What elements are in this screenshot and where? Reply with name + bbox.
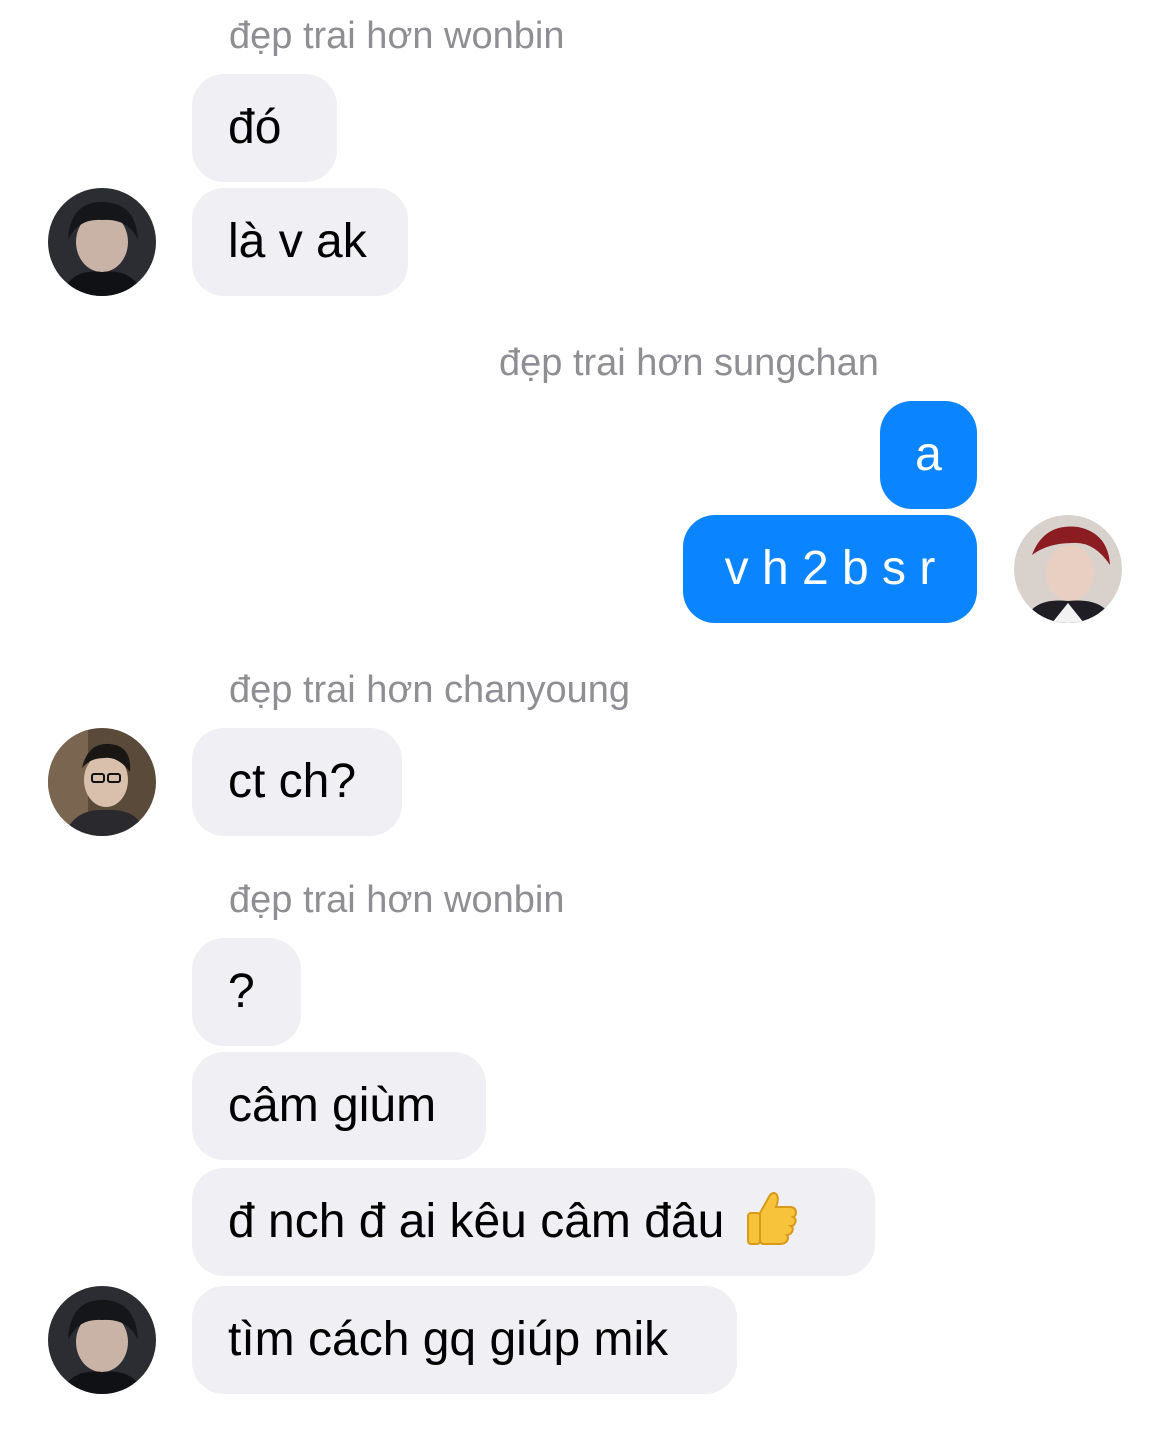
avatar-chanyoung <box>48 728 156 836</box>
avatar[interactable] <box>48 188 156 296</box>
message-text: đ nch đ ai kêu câm đâu <box>228 1195 725 1248</box>
message-bubble[interactable]: tìm cách gq giúp mik <box>192 1286 737 1394</box>
avatar[interactable] <box>48 728 156 836</box>
message-bubble[interactable]: đó <box>192 74 337 182</box>
message-bubble[interactable]: đ nch đ ai kêu câm đâu <box>192 1168 875 1276</box>
message-bubble[interactable]: ct ch? <box>192 728 402 836</box>
message-bubble[interactable]: a <box>880 401 977 509</box>
message-text: ct ch? <box>228 755 357 808</box>
message-text: đó <box>228 101 282 154</box>
message-bubble[interactable]: là v ak <box>192 188 408 296</box>
sender-name: đẹp trai hơn sungchan <box>499 342 879 384</box>
message-text: a <box>915 428 942 481</box>
avatar-wonbin <box>48 1286 156 1394</box>
avatar-wonbin <box>48 188 156 296</box>
avatar[interactable] <box>1014 515 1122 623</box>
message-text: câm giùm <box>228 1079 437 1132</box>
sender-name: đẹp trai hơn wonbin <box>229 879 565 921</box>
message-bubble[interactable]: v h 2 b s r <box>683 515 977 623</box>
avatar-sungchan <box>1014 515 1122 623</box>
message-bubble[interactable]: câm giùm <box>192 1052 486 1160</box>
message-bubble[interactable]: ? <box>192 938 301 1046</box>
message-text: tìm cách gq giúp mik <box>228 1313 669 1366</box>
sender-name: đẹp trai hơn chanyoung <box>229 669 630 711</box>
thumbs-up-icon <box>742 1187 804 1258</box>
message-text: ? <box>228 965 255 1018</box>
sender-name: đẹp trai hơn wonbin <box>229 15 565 57</box>
message-text: v h 2 b s r <box>724 542 936 595</box>
message-text: là v ak <box>228 215 367 268</box>
avatar[interactable] <box>48 1286 156 1394</box>
